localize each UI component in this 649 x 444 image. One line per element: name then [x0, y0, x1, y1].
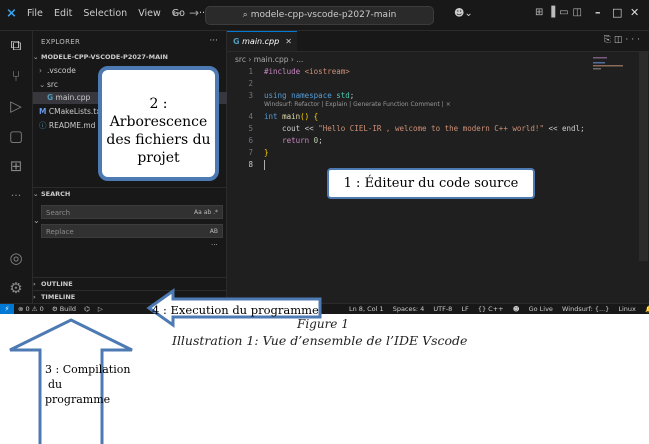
figure-caption: Figure 1	[297, 317, 349, 331]
compilation-label-line: du	[48, 378, 63, 391]
execution-label: 4 : Execution du programme	[152, 303, 319, 317]
compilation-label: 3 : Compilation du programme	[45, 362, 130, 407]
compilation-label-line: 3 : Compilation	[45, 363, 131, 376]
illustration-caption: Illustration 1: Vue d’ensemble de l’IDE …	[172, 333, 468, 348]
compilation-label-line: programme	[45, 393, 111, 406]
